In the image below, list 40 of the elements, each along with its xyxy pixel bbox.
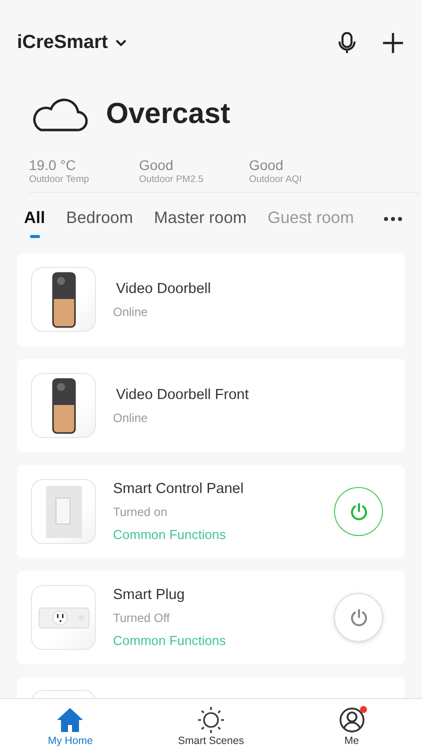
stat-label: Outdoor AQI	[249, 174, 303, 185]
stat-value: Good	[249, 157, 284, 173]
doorbell-icon	[52, 378, 76, 434]
nav-tab[interactable]: Me	[302, 699, 402, 750]
device-status: Online	[113, 410, 149, 424]
device-status: Turned on	[113, 505, 168, 519]
chevron-down-icon	[114, 39, 127, 47]
weather-condition: Overcast	[106, 98, 230, 130]
device-card[interactable]: Video Doorbell Front Online	[17, 359, 405, 452]
smart-plug-icon	[38, 606, 90, 628]
device-name: Smart Plug	[113, 587, 186, 603]
power-button[interactable]	[334, 487, 383, 536]
stat-value: Good	[139, 157, 174, 173]
nav-tab[interactable]: Smart Scenes	[160, 699, 261, 750]
device-status: Turned Off	[113, 611, 171, 625]
device-card[interactable]: Smart Control Panel Turned on Common Functions	[17, 465, 405, 558]
home-icon	[56, 707, 84, 733]
device-name: Video Doorbell	[116, 280, 212, 296]
stat-label: Outdoor Temp	[29, 174, 90, 185]
home-selector[interactable]: iCreSmart	[17, 32, 127, 54]
power-icon	[348, 502, 368, 522]
more-icon[interactable]	[383, 216, 403, 222]
device-name: Smart Control Panel	[113, 481, 245, 497]
stat-value: 19.0 °C	[29, 157, 77, 173]
sun-icon	[196, 706, 225, 734]
device-status: Online	[113, 304, 149, 318]
microphone-icon[interactable]	[337, 31, 357, 55]
nav-tab[interactable]: My Home	[20, 699, 120, 750]
power-button[interactable]	[334, 593, 383, 642]
profile-icon	[338, 707, 365, 733]
room-tab[interactable]: Master room	[154, 209, 247, 240]
device-card[interactable]: Video Doorbell Online	[17, 253, 405, 346]
device-name: Video Doorbell Front	[116, 386, 250, 402]
power-icon	[348, 608, 368, 628]
room-tab[interactable]: Bedroom	[66, 209, 134, 240]
add-icon[interactable]	[382, 32, 404, 54]
doorbell-icon	[52, 272, 76, 328]
room-tab[interactable]: All	[24, 209, 46, 240]
device-card[interactable]: Smart Plug Turned Off Common Functions	[17, 571, 405, 664]
stat-label: Outdoor PM2.5	[139, 174, 204, 185]
